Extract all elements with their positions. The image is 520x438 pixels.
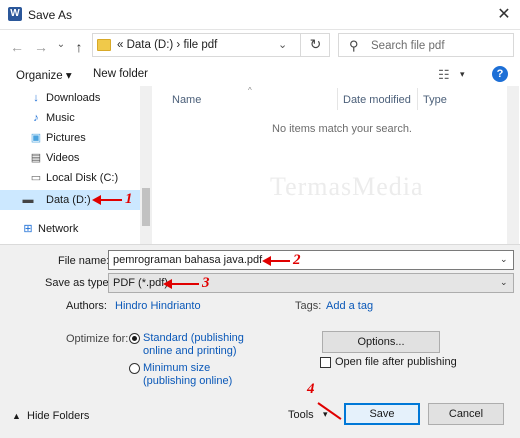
file-list-scrollbar[interactable]	[507, 86, 519, 244]
window-title: Save As	[28, 8, 73, 22]
file-name-input[interactable]: pemrograman bahasa java.pdf	[108, 250, 514, 270]
drive-icon: ▬	[22, 194, 34, 206]
sidebar-item-local-disk-c[interactable]: ▭ Local Disk (C:)	[0, 168, 142, 188]
new-folder-button[interactable]: New folder	[93, 68, 148, 80]
address-path[interactable]: « Data (D:) › file pdf	[117, 39, 217, 51]
sidebar-item-downloads[interactable]: ↓ Downloads	[0, 88, 142, 108]
column-header-type[interactable]: Type	[423, 94, 447, 106]
empty-folder-message: No items match your search.	[272, 123, 412, 135]
navigation-scrollbar-thumb[interactable]	[142, 188, 150, 226]
help-icon[interactable]: ?	[492, 66, 508, 82]
search-input[interactable]: ⚲ Search file pdf	[338, 33, 514, 57]
sidebar-item-network[interactable]: ⊞ Network	[0, 219, 142, 239]
music-icon: ♪	[33, 112, 39, 124]
downloads-icon: ↓	[33, 92, 39, 104]
organize-button[interactable]: Organize ▾	[16, 68, 72, 82]
sidebar-item-label: Videos	[46, 152, 80, 164]
refresh-icon[interactable]: ↻	[300, 33, 330, 57]
sidebar-item-label: Local Disk (C:)	[46, 172, 119, 184]
annotation-number: 4	[307, 381, 315, 397]
standard-radio[interactable]	[129, 333, 140, 344]
save-as-type-label: Save as type:	[45, 277, 112, 289]
minimum-option-label[interactable]: Minimum size	[143, 362, 210, 374]
pictures-icon: ▣	[30, 132, 42, 144]
sidebar-item-label: Network	[38, 223, 79, 235]
cancel-button[interactable]: Cancel	[428, 403, 504, 425]
sort-caret-icon: ^	[248, 86, 252, 95]
annotation-arrow	[171, 283, 199, 285]
minimum-option-label-2[interactable]: (publishing online)	[143, 375, 232, 387]
save-as-type-dropdown-icon[interactable]: ⌄	[500, 277, 508, 288]
sidebar-item-label: Data (D:)	[46, 194, 91, 206]
authors-label: Authors:	[66, 300, 107, 312]
word-app-icon: W	[8, 7, 22, 21]
annotation-arrow	[100, 199, 122, 201]
folder-icon	[97, 39, 111, 51]
tags-label: Tags:	[295, 300, 322, 312]
recent-locations-icon[interactable]: ⌄	[52, 36, 70, 54]
network-icon: ⊞	[23, 223, 33, 235]
sidebar-item-label: Music	[46, 112, 75, 124]
column-divider[interactable]	[337, 88, 338, 110]
annotation-number: 1	[125, 191, 133, 207]
forward-arrow-icon[interactable]: →	[32, 38, 50, 56]
sidebar-item-music[interactable]: ♪ Music	[0, 108, 142, 128]
address-dropdown-icon[interactable]: ⌄	[278, 38, 287, 51]
view-dropdown-icon[interactable]: ▾	[460, 69, 465, 80]
tags-input[interactable]: Add a tag	[326, 300, 373, 312]
back-arrow-icon[interactable]: ←	[8, 38, 26, 56]
title-bar: W Save As ✕	[0, 0, 520, 30]
close-icon[interactable]: ✕	[492, 4, 516, 26]
annotation-number: 2	[293, 252, 301, 268]
file-name-label: File name:	[58, 255, 110, 267]
watermark: TermasMedia	[270, 172, 424, 201]
open-after-publishing-checkbox[interactable]	[320, 357, 331, 368]
column-header-date-modified[interactable]: Date modified	[343, 94, 411, 106]
up-arrow-icon[interactable]: ↑	[70, 38, 88, 56]
standard-option-label-2[interactable]: online and printing)	[143, 345, 237, 357]
sidebar-item-videos[interactable]: ▤ Videos	[0, 148, 142, 168]
column-header-name[interactable]: Name	[172, 94, 201, 106]
videos-icon: ▤	[30, 152, 42, 164]
search-placeholder: Search file pdf	[371, 40, 445, 52]
annotation-number: 3	[202, 275, 210, 291]
minimum-size-radio[interactable]	[129, 363, 140, 374]
sidebar-item-pictures[interactable]: ▣ Pictures	[0, 128, 142, 148]
hide-folders-button[interactable]: Hide Folders	[27, 410, 89, 422]
search-icon: ⚲	[349, 38, 359, 53]
optimize-label: Optimize for:	[66, 333, 129, 345]
sidebar-item-label: Downloads	[46, 92, 101, 104]
authors-value[interactable]: Hindro Hindrianto	[115, 300, 201, 312]
column-divider[interactable]	[417, 88, 418, 110]
open-after-publishing-label[interactable]: Open file after publishing	[335, 356, 457, 368]
sidebar-item-label: Pictures	[46, 132, 86, 144]
drive-icon: ▭	[30, 172, 42, 184]
navigation-pane: ↓ Downloads ♪ Music ▣ Pictures ▤ Videos …	[0, 86, 152, 244]
view-options-icon[interactable]: ☷	[438, 67, 450, 83]
chevron-up-icon[interactable]: ▲	[12, 411, 21, 421]
file-name-dropdown-icon[interactable]: ⌄	[500, 254, 508, 265]
address-bar[interactable]: « Data (D:) › file pdf	[92, 33, 330, 57]
options-button[interactable]: Options...	[322, 331, 440, 353]
standard-option-label[interactable]: Standard (publishing	[143, 332, 244, 344]
tools-button[interactable]: Tools	[288, 409, 314, 421]
annotation-arrow	[270, 260, 290, 262]
save-button[interactable]: Save	[344, 403, 420, 425]
